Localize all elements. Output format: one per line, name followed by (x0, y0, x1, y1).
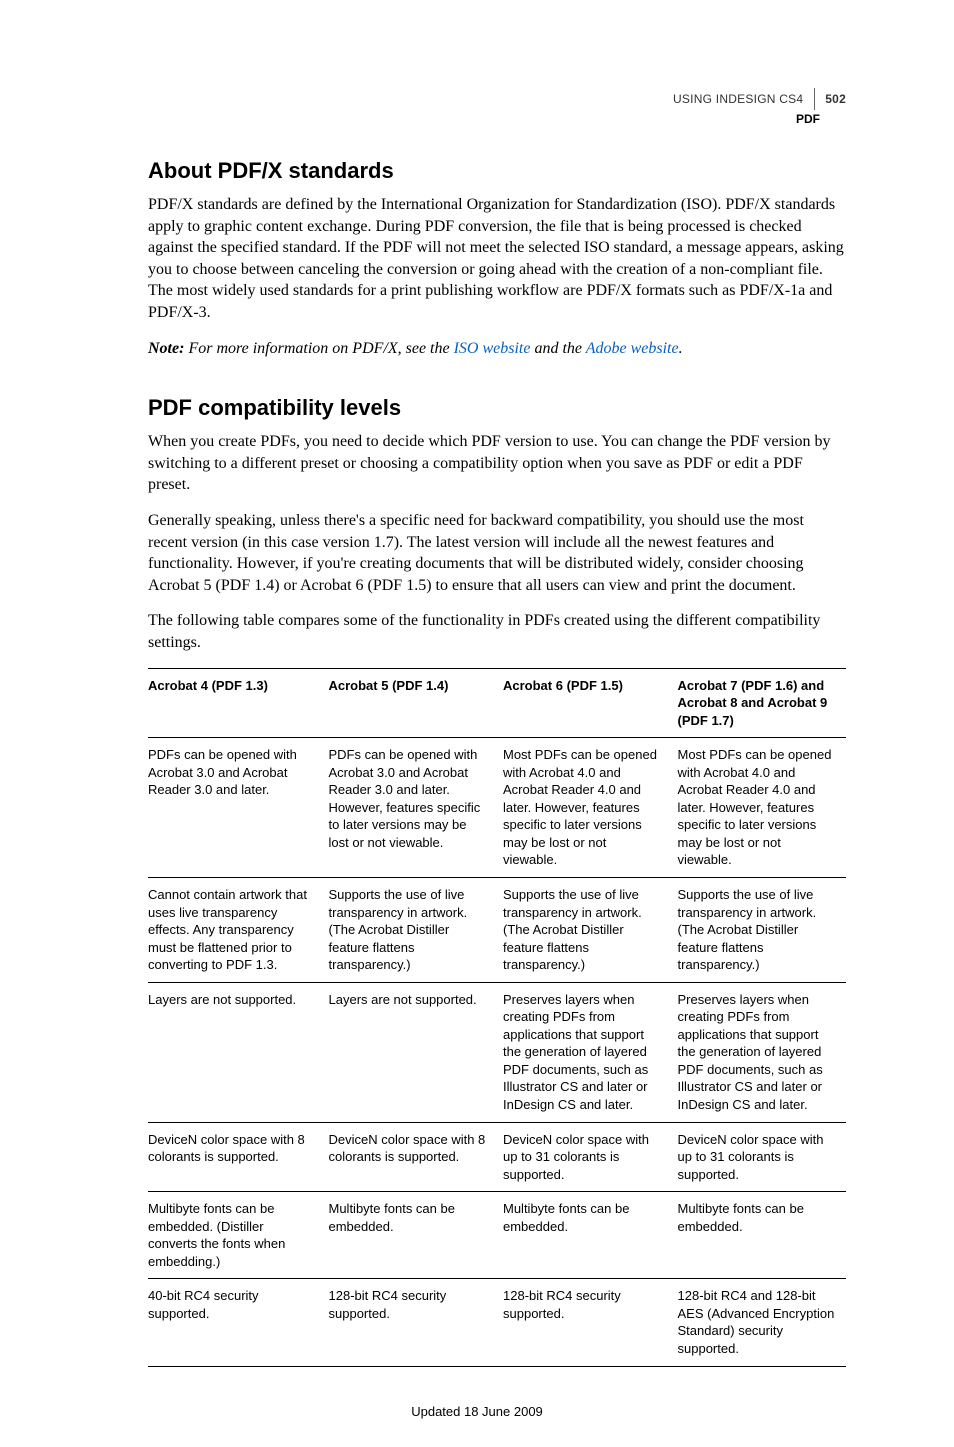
cell: DeviceN color space with up to 31 colora… (672, 1122, 847, 1192)
cell: DeviceN color space with 8 colorants is … (148, 1122, 323, 1192)
table-row: DeviceN color space with 8 colorants is … (148, 1122, 846, 1192)
table-row: Multibyte fonts can be embedded. (Distil… (148, 1192, 846, 1279)
cell: DeviceN color space with 8 colorants is … (323, 1122, 498, 1192)
heading-compat-levels: PDF compatibility levels (148, 395, 846, 421)
cell: 128-bit RC4 and 128-bit AES (Advanced En… (672, 1279, 847, 1366)
pdfx-note: Note: For more information on PDF/X, see… (148, 338, 846, 360)
page: USING INDESIGN CS4 502 PDF About PDF/X s… (0, 0, 954, 1447)
adobe-website-link[interactable]: Adobe website (586, 340, 679, 357)
running-header: USING INDESIGN CS4 502 PDF (673, 88, 846, 126)
note-text-3: . (679, 340, 683, 357)
footer-updated: Updated 18 June 2009 (0, 1404, 954, 1419)
heading-about-pdfx: About PDF/X standards (148, 158, 846, 184)
note-text-1: For more information on PDF/X, see the (184, 340, 453, 357)
cell: Multibyte fonts can be embedded. (Distil… (148, 1192, 323, 1279)
table-row: Layers are not supported. Layers are not… (148, 982, 846, 1122)
header-divider (814, 88, 815, 110)
cell: Preserves layers when creating PDFs from… (672, 982, 847, 1122)
cell: Most PDFs can be opened with Acrobat 4.0… (672, 738, 847, 878)
note-label: Note: (148, 340, 184, 357)
cell: Layers are not supported. (148, 982, 323, 1122)
cell: Multibyte fonts can be embedded. (672, 1192, 847, 1279)
cell: DeviceN color space with up to 31 colora… (497, 1122, 672, 1192)
col-acrobat4: Acrobat 4 (PDF 1.3) (148, 668, 323, 738)
compat-paragraph-1: When you create PDFs, you need to decide… (148, 431, 846, 496)
cell: Cannot contain artwork that uses live tr… (148, 877, 323, 982)
col-acrobat78: Acrobat 7 (PDF 1.6) and Acrobat 8 and Ac… (672, 668, 847, 738)
cell: Supports the use of live transparency in… (497, 877, 672, 982)
doc-title: USING INDESIGN CS4 (673, 92, 803, 106)
iso-website-link[interactable]: ISO website (454, 340, 531, 357)
table-header-row: Acrobat 4 (PDF 1.3) Acrobat 5 (PDF 1.4) … (148, 668, 846, 738)
cell: Preserves layers when creating PDFs from… (497, 982, 672, 1122)
table-row: PDFs can be opened with Acrobat 3.0 and … (148, 738, 846, 878)
cell: Layers are not supported. (323, 982, 498, 1122)
note-text-2: and the (530, 340, 585, 357)
table-row: Cannot contain artwork that uses live tr… (148, 877, 846, 982)
cell: Supports the use of live transparency in… (672, 877, 847, 982)
compatibility-table: Acrobat 4 (PDF 1.3) Acrobat 5 (PDF 1.4) … (148, 668, 846, 1367)
cell: 128-bit RC4 security supported. (497, 1279, 672, 1366)
cell: Multibyte fonts can be embedded. (323, 1192, 498, 1279)
col-acrobat6: Acrobat 6 (PDF 1.5) (497, 668, 672, 738)
cell: Most PDFs can be opened with Acrobat 4.0… (497, 738, 672, 878)
compat-paragraph-3: The following table compares some of the… (148, 610, 846, 653)
section-label: PDF (673, 112, 846, 126)
cell: PDFs can be opened with Acrobat 3.0 and … (148, 738, 323, 878)
cell: 128-bit RC4 security supported. (323, 1279, 498, 1366)
page-number: 502 (825, 92, 846, 106)
cell: Supports the use of live transparency in… (323, 877, 498, 982)
cell: Multibyte fonts can be embedded. (497, 1192, 672, 1279)
compat-paragraph-2: Generally speaking, unless there's a spe… (148, 510, 846, 596)
table-row: 40-bit RC4 security supported. 128-bit R… (148, 1279, 846, 1366)
cell: 40-bit RC4 security supported. (148, 1279, 323, 1366)
col-acrobat5: Acrobat 5 (PDF 1.4) (323, 668, 498, 738)
pdfx-paragraph: PDF/X standards are defined by the Inter… (148, 194, 846, 324)
cell: PDFs can be opened with Acrobat 3.0 and … (323, 738, 498, 878)
